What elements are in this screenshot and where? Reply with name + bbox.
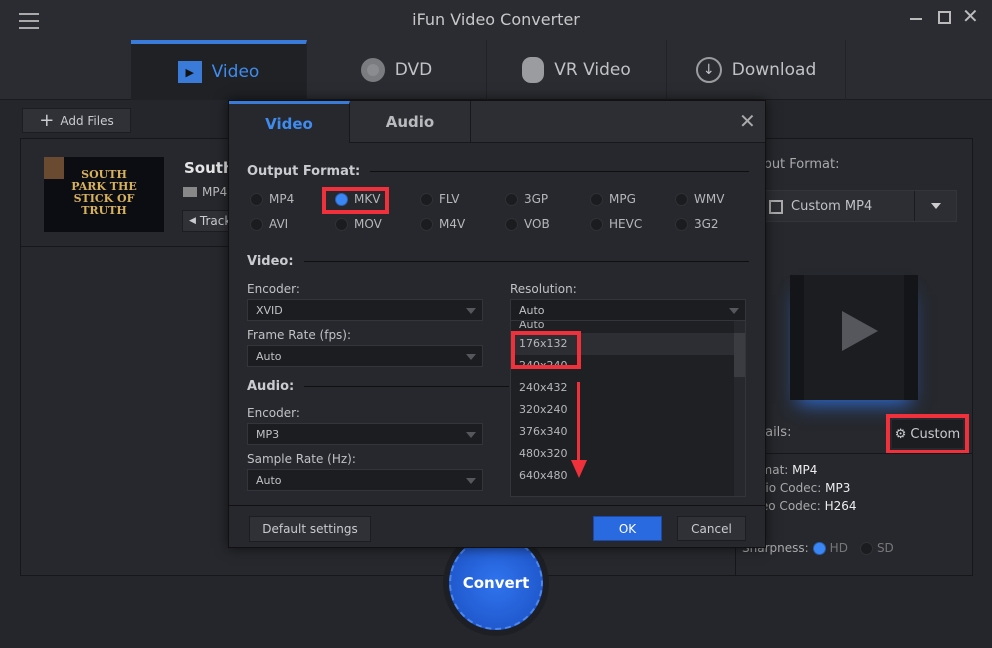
thumbnail-logo-text: SOUTH PARK THE STICK OF TRUTH (71, 168, 137, 217)
radio-dot (675, 217, 688, 231)
close-window-button[interactable]: ✕ (962, 4, 979, 28)
vr-headset-icon (522, 57, 545, 83)
radio-dot (420, 192, 433, 206)
download-icon: ↓ (695, 57, 722, 83)
format-radio-mpg[interactable]: MPG (590, 192, 636, 206)
format-radio-mov[interactable]: MOV (335, 217, 382, 231)
camera-icon (183, 187, 197, 197)
radio-dot (505, 192, 518, 206)
add-files-button[interactable]: + Add Files (22, 108, 131, 133)
resolution-select[interactable]: Auto (510, 299, 746, 321)
speaker-icon: ◀ (189, 216, 196, 226)
disc-icon (360, 58, 385, 82)
format-radio-hevc[interactable]: HEVC (590, 217, 642, 231)
resolution-label: Resolution: (510, 282, 577, 296)
frame-rate-select[interactable]: Auto (247, 345, 483, 367)
ok-button[interactable]: OK (593, 516, 662, 541)
mkv-highlight (322, 187, 389, 214)
format-radio-avi[interactable]: AVI (250, 217, 288, 231)
format-radio-3g2[interactable]: 3G2 (675, 217, 719, 231)
custom-button[interactable]: ⚙ Custom (892, 420, 963, 448)
gear-icon: ⚙ (894, 426, 907, 442)
audio-encoder-select[interactable]: MP3 (247, 423, 483, 445)
audio-track-select[interactable]: ◀ Track (182, 210, 232, 232)
tab-video[interactable]: ▶ Video (131, 40, 307, 100)
video-preview-icon (790, 275, 918, 400)
dialog-header-fill (471, 101, 765, 143)
dropdown-arrow-icon[interactable] (914, 191, 956, 221)
close-dialog-icon[interactable]: ✕ (739, 109, 756, 133)
format-radio-flv[interactable]: FLV (420, 192, 459, 206)
video-encoder-label: Encoder: (247, 282, 300, 296)
format-radio-mp4[interactable]: MP4 (250, 192, 294, 206)
format-radio-3gp[interactable]: 3GP (505, 192, 548, 206)
sharpness-sd-radio[interactable] (859, 541, 873, 555)
app-title: iFun Video Converter (412, 10, 580, 29)
resolution-option[interactable]: 480x320 (511, 443, 745, 465)
convert-button[interactable]: Convert (449, 536, 543, 630)
radio-dot (250, 192, 263, 206)
sample-rate-select[interactable]: Auto (247, 469, 483, 491)
format-radio-vob[interactable]: VOB (505, 217, 550, 231)
plus-icon: + (39, 110, 55, 131)
cancel-button[interactable]: Cancel (677, 516, 746, 541)
audio-section: Audio: (247, 379, 509, 394)
scroll-down-arrow-annotation (577, 382, 580, 462)
tab-download[interactable]: ↓ Download (667, 40, 846, 100)
video-thumbnail: SOUTH PARK THE STICK OF TRUTH (44, 157, 164, 232)
sharpness-hd-radio[interactable] (812, 541, 826, 555)
format-radio-wmv[interactable]: WMV (675, 192, 724, 206)
dialog-tab-audio[interactable]: Audio (350, 101, 471, 143)
file-format: MP4 (202, 185, 228, 199)
format-radio-m4v[interactable]: M4V (420, 217, 465, 231)
dialog-tab-video[interactable]: Video (229, 101, 350, 143)
radio-dot (590, 217, 603, 231)
output-format-select[interactable]: Custom MP4 (760, 190, 957, 222)
radio-dot (420, 217, 433, 231)
tab-vr-video[interactable]: VR Video (487, 40, 667, 100)
video-section: Video: (247, 254, 749, 269)
tab-dvd[interactable]: DVD (307, 40, 487, 100)
output-format-section: Output Format: (247, 164, 749, 179)
radio-dot (590, 192, 603, 206)
video-icon: ▶ (177, 61, 202, 83)
resolution-option[interactable]: 376x340 (511, 421, 745, 443)
default-settings-button[interactable]: Default settings (249, 516, 371, 542)
sample-rate-label: Sample Rate (Hz): (247, 452, 356, 466)
audio-encoder-label: Encoder: (247, 406, 300, 420)
radio-dot (675, 192, 688, 206)
radio-dot (250, 217, 263, 231)
resolution-option[interactable]: 320x240 (511, 399, 745, 421)
footer-divider (229, 505, 765, 506)
thumbnail-portrait (44, 157, 64, 179)
radio-dot (335, 217, 348, 231)
resolution-option[interactable]: 640x480 (511, 465, 745, 487)
video-encoder-select[interactable]: XVID (247, 299, 483, 321)
details-divider (736, 453, 972, 454)
scrollbar[interactable] (734, 321, 745, 496)
frame-rate-label: Frame Rate (fps): (247, 328, 352, 342)
film-icon (769, 200, 783, 214)
resolution-option[interactable]: 240x432 (511, 377, 745, 399)
arrow-head-annotation (571, 460, 587, 478)
resolution-highlight (511, 331, 581, 369)
minimize-button[interactable] (910, 18, 922, 20)
maximize-button[interactable] (938, 11, 951, 24)
file-title: South (184, 159, 234, 177)
radio-dot (505, 217, 518, 231)
